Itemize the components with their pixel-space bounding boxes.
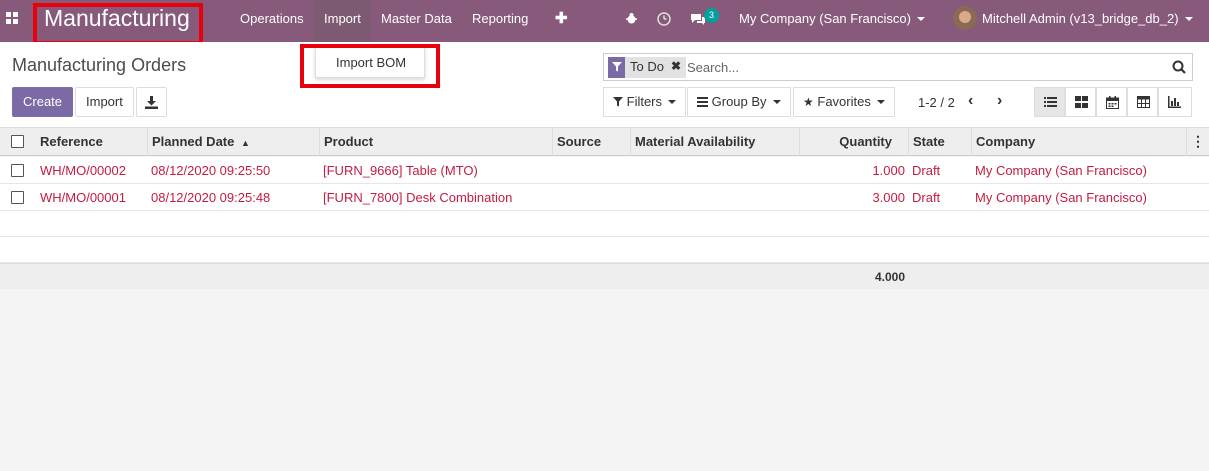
cell-planned-date: 08/12/2020 09:25:48 (151, 190, 271, 205)
table-row[interactable]: WH/MO/00001 08/12/2020 09:25:48 [FURN_78… (0, 184, 1209, 211)
cell-company: My Company (San Francisco) (975, 190, 1147, 205)
calendar-view-icon[interactable] (1096, 87, 1127, 117)
chevron-down-icon (1184, 17, 1193, 21)
cell-reference: WH/MO/00002 (40, 163, 126, 178)
column-state[interactable]: State (909, 128, 972, 156)
plus-icon[interactable]: ✚ (545, 0, 578, 42)
highlight-box-app-title (33, 3, 203, 45)
search-input[interactable] (687, 58, 1157, 76)
user-menu[interactable]: Mitchell Admin (v13_bridge_db_2) (982, 0, 1193, 42)
pager-value[interactable]: 1-2 / 2 (918, 95, 955, 110)
menu-reporting[interactable]: Reporting (462, 0, 538, 42)
breadcrumb: Manufacturing Orders (12, 55, 187, 75)
cell-product: [FURN_7800] Desk Combination (323, 190, 513, 205)
pager-prev-icon[interactable]: ‹ (968, 92, 973, 110)
column-planned-date[interactable]: Planned Date ▲ (148, 128, 320, 156)
cell-product: [FURN_9666] Table (MTO) (323, 163, 478, 178)
create-button[interactable]: Create (12, 87, 74, 117)
favorites-label: Favorites (817, 94, 871, 109)
search-bar[interactable]: To Do ✖ (603, 53, 1193, 81)
kanban-view-icon[interactable] (1065, 87, 1096, 117)
empty-row (0, 237, 1209, 263)
filters-button[interactable]: Filters (603, 87, 687, 117)
filter-icon (608, 57, 625, 78)
menu-operations[interactable]: Operations (230, 0, 314, 42)
cell-quantity: 3.000 (872, 190, 905, 205)
filter-icon (613, 97, 623, 107)
sort-asc-icon: ▲ (240, 138, 250, 148)
pager-next-icon[interactable]: › (997, 92, 1002, 110)
favorites-button[interactable]: ★ Favorites (793, 87, 895, 117)
column-reference[interactable]: Reference (36, 128, 148, 156)
company-label: My Company (San Francisco) (739, 11, 911, 26)
column-company[interactable]: Company (972, 128, 1187, 156)
groupby-label: Group By (711, 94, 767, 109)
column-product[interactable]: Product (320, 128, 553, 156)
cell-planned-date: 08/12/2020 09:25:50 (151, 163, 271, 178)
chat-icon[interactable] (690, 0, 706, 42)
chat-badge: 3 (704, 8, 719, 23)
groupby-icon (697, 97, 708, 107)
empty-row (0, 211, 1209, 237)
chevron-down-icon (916, 17, 925, 21)
total-quantity: 4.000 (874, 270, 905, 284)
cell-quantity: 1.000 (872, 163, 905, 178)
facet-label: To Do (630, 59, 664, 74)
row-checkbox[interactable] (11, 191, 24, 204)
chevron-down-icon (772, 100, 781, 104)
import-button[interactable]: Import (75, 87, 134, 117)
chevron-down-icon (876, 100, 885, 104)
select-all-checkbox[interactable] (11, 135, 24, 148)
control-panel: Manufacturing Orders Create Import To Do… (0, 42, 1209, 128)
search-icon[interactable] (1172, 60, 1186, 74)
column-planned-date-label: Planned Date (152, 134, 235, 149)
menu-master-data[interactable]: Master Data (371, 0, 462, 42)
column-quantity[interactable]: Quantity (800, 128, 909, 156)
user-label: Mitchell Admin (v13_bridge_db_2) (982, 11, 1179, 26)
search-facet[interactable]: To Do ✖ (608, 57, 686, 78)
table-header: Reference Planned Date ▲ Product Source … (0, 128, 1209, 156)
debug-icon[interactable] (625, 0, 638, 42)
list-view-icon[interactable] (1034, 87, 1065, 117)
avatar[interactable] (953, 6, 977, 30)
activity-clock-icon[interactable] (657, 0, 671, 42)
chevron-down-icon (668, 100, 677, 104)
star-icon: ★ (803, 95, 814, 109)
groupby-button[interactable]: Group By (687, 87, 791, 117)
cell-reference: WH/MO/00001 (40, 190, 126, 205)
table-row[interactable]: WH/MO/00002 08/12/2020 09:25:50 [FURN_96… (0, 157, 1209, 184)
column-material-availability[interactable]: Material Availability (631, 128, 800, 156)
optional-columns-icon[interactable]: ⋮ (1187, 128, 1209, 156)
table-footer: 4.000 (0, 263, 1209, 289)
cell-state: Draft (912, 163, 941, 178)
graph-view-icon[interactable] (1158, 87, 1192, 117)
download-icon (145, 96, 158, 109)
cell-state: Draft (912, 190, 941, 205)
menu-import[interactable]: Import (314, 0, 371, 42)
pivot-view-icon[interactable] (1127, 87, 1158, 117)
row-checkbox[interactable] (11, 164, 24, 177)
column-source[interactable]: Source (553, 128, 631, 156)
highlight-box-import-bom (300, 44, 440, 88)
apps-menu-icon[interactable] (6, 12, 20, 26)
close-icon[interactable]: ✖ (671, 59, 681, 73)
company-switcher[interactable]: My Company (San Francisco) (739, 0, 925, 42)
filters-label: Filters (626, 94, 663, 109)
download-button[interactable] (136, 87, 167, 117)
cell-company: My Company (San Francisco) (975, 163, 1147, 178)
